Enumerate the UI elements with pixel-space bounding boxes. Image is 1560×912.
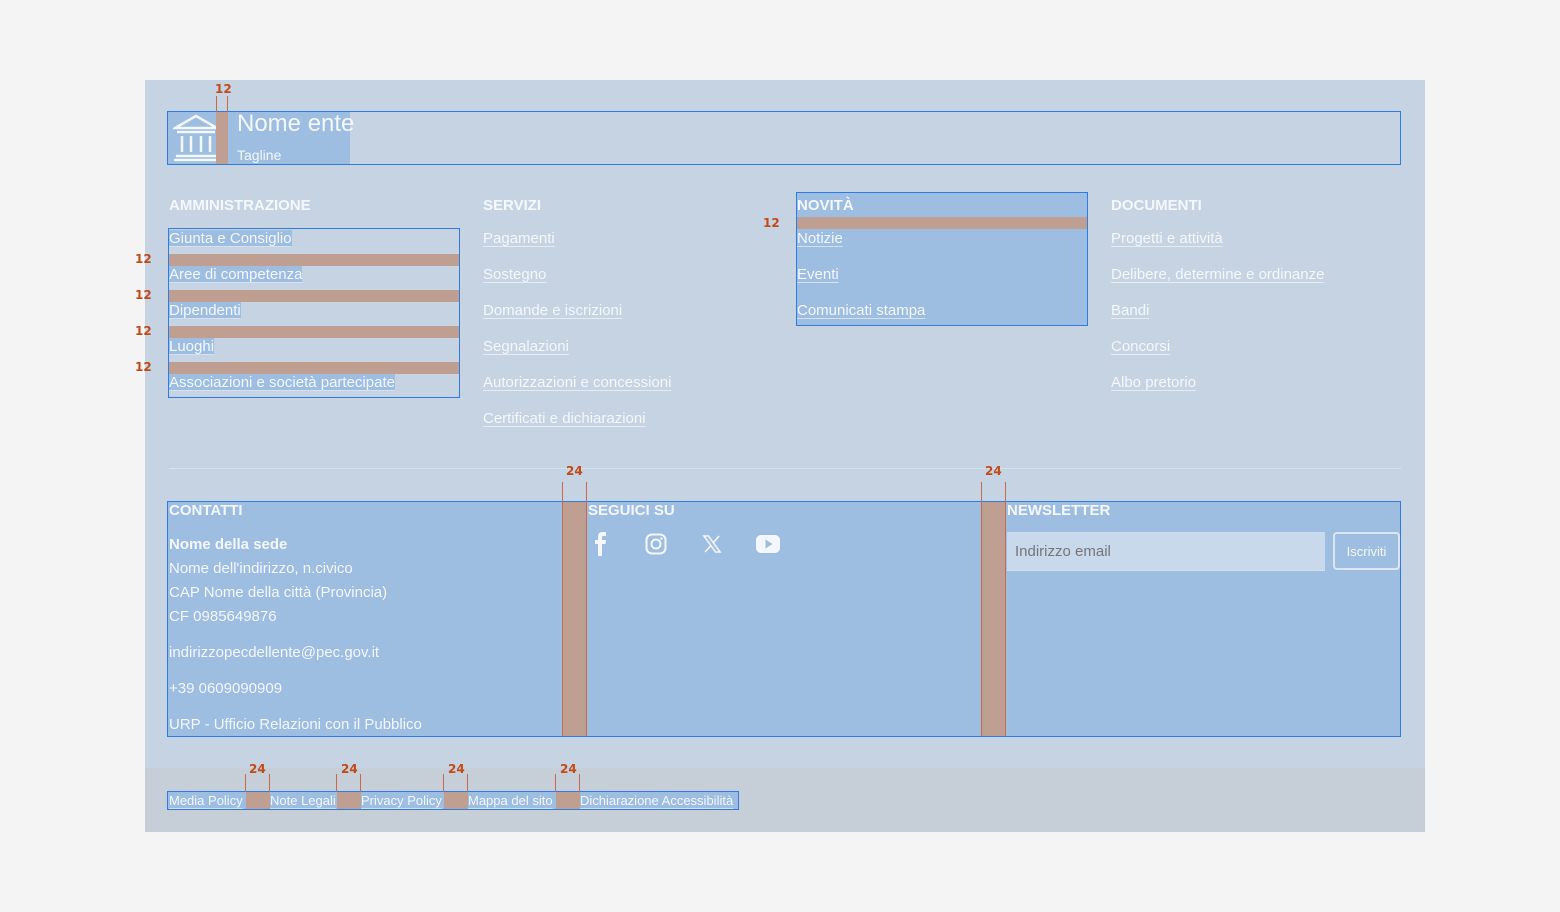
link-segnalazioni[interactable]: Segnalazioni: [483, 338, 569, 355]
link-pagamenti[interactable]: Pagamenti: [483, 230, 555, 247]
legal-link-dichiarazione-accessibilita[interactable]: Dichiarazione Accessibilità: [580, 793, 733, 808]
spacing-gap-column: [563, 502, 587, 736]
spacing-label-legal: 24: [249, 762, 266, 776]
spacing-line: [586, 482, 587, 736]
link-eventi[interactable]: Eventi: [797, 266, 839, 283]
spacing-line: [562, 482, 563, 736]
link-delibere[interactable]: Delibere, determine e ordinanze: [1111, 266, 1324, 283]
spacing-gap-logo: [216, 112, 228, 164]
contatti-pec-link[interactable]: indirizzopecdellente@pec.gov.it: [169, 644, 379, 661]
link-giunta-e-consiglio[interactable]: Giunta e Consiglio: [169, 230, 292, 247]
spacing-label-list: 12: [135, 324, 152, 338]
spacing-label-list: 12: [135, 360, 152, 374]
spacing-label-legal: 24: [341, 762, 358, 776]
link-comunicati-stampa[interactable]: Comunicati stampa: [797, 302, 925, 319]
column-title-novita: NOVITÀ: [797, 197, 854, 214]
link-sostegno[interactable]: Sostegno: [483, 266, 546, 283]
social-title: SEGUICI SU: [588, 502, 675, 519]
contatti-citta: CAP Nome della città (Provincia): [169, 584, 388, 601]
spacing-line: [227, 96, 228, 112]
legal-link-media-policy[interactable]: Media Policy: [169, 793, 243, 808]
spacing-line: [245, 774, 246, 792]
link-certificati[interactable]: Certificati e dichiarazioni: [483, 410, 646, 427]
newsletter-subscribe-button[interactable]: Iscriviti: [1333, 532, 1400, 570]
government-building-icon: [173, 114, 219, 162]
newsletter-title: NEWSLETTER: [1007, 502, 1111, 519]
footer-frame: 12 Nome ente Tagline AMMINISTRAZIONE Giu…: [135, 80, 1425, 832]
legal-bar: 24 24 24 24 Media Policy Note Legali Pri…: [145, 763, 1425, 832]
column-title-amministrazione: AMMINISTRAZIONE: [169, 197, 311, 214]
link-concorsi[interactable]: Concorsi: [1111, 338, 1170, 355]
spacing-gap-list: [169, 362, 459, 374]
link-bandi[interactable]: Bandi: [1111, 302, 1149, 319]
spacing-line: [981, 482, 982, 736]
spacing-line: [1005, 482, 1006, 736]
spacing-gap-column: [982, 502, 1006, 736]
link-autorizzazioni[interactable]: Autorizzazioni e concessioni: [483, 374, 671, 391]
facebook-icon[interactable]: [590, 532, 612, 556]
spacing-line: [269, 774, 270, 792]
spacing-gap-legal: [337, 792, 361, 809]
column-title-servizi: SERVIZI: [483, 197, 542, 214]
spacing-label-legal: 24: [560, 762, 577, 776]
spacing-label-logo: 12: [215, 82, 232, 96]
brand-tagline: Tagline: [237, 147, 282, 163]
column-title-documenti: DOCUMENTI: [1111, 197, 1202, 214]
link-associazioni[interactable]: Associazioni e società partecipate: [169, 374, 395, 391]
link-domande-e-iscrizioni[interactable]: Domande e iscrizioni: [483, 302, 622, 319]
spacing-line: [360, 774, 361, 792]
spacing-label-column: 24: [985, 464, 1002, 478]
spacing-label-list: 12: [135, 252, 152, 266]
contatti-indirizzo: Nome dell'indirizzo, n.civico: [169, 560, 353, 577]
spacing-line: [555, 774, 556, 792]
spacing-label-legal: 24: [448, 762, 465, 776]
contatti-telefono-link[interactable]: +39 0609090909: [169, 680, 282, 697]
spacing-gap-list: [169, 290, 459, 302]
spacing-gap-legal: [444, 792, 468, 809]
link-progetti[interactable]: Progetti e attività: [1111, 230, 1223, 247]
spacing-label-list: 12: [135, 288, 152, 302]
link-notizie[interactable]: Notizie: [797, 230, 843, 247]
legal-link-note-legali[interactable]: Note Legali: [270, 793, 336, 808]
spacing-line: [443, 774, 444, 792]
legal-link-mappa-del-sito[interactable]: Mappa del sito: [468, 793, 553, 808]
spacing-line: [467, 774, 468, 792]
link-aree-di-competenza[interactable]: Aree di competenza: [169, 266, 303, 283]
legal-link-privacy-policy[interactable]: Privacy Policy: [361, 793, 442, 808]
spacing-line: [579, 774, 580, 792]
instagram-icon[interactable]: [645, 533, 667, 555]
spacing-line: [216, 96, 217, 112]
x-twitter-icon[interactable]: [702, 534, 722, 554]
spacing-line: [336, 774, 337, 792]
link-albo-pretorio[interactable]: Albo pretorio: [1111, 374, 1196, 391]
spacing-gap-legal: [556, 792, 580, 809]
footer-divider: [169, 468, 1401, 469]
spacing-label-column: 24: [566, 464, 583, 478]
brand-name[interactable]: Nome ente: [237, 110, 354, 138]
spacing-gap-list: [169, 326, 459, 338]
spacing-gap-legal: [246, 792, 270, 809]
spacing-label-novita: 12: [763, 216, 780, 230]
contatti-sede: Nome della sede: [169, 536, 288, 553]
link-luoghi[interactable]: Luoghi: [169, 338, 215, 355]
link-dipendenti[interactable]: Dipendenti: [169, 302, 241, 319]
newsletter-email-input[interactable]: [1007, 532, 1325, 571]
spacing-gap-novita: [797, 217, 1087, 229]
youtube-icon[interactable]: [756, 535, 780, 553]
contatti-urp-link[interactable]: URP - Ufficio Relazioni con il Pubblico: [169, 716, 422, 733]
spacing-gap-list: [169, 254, 459, 266]
contatti-cf: CF 0985649876: [169, 608, 277, 625]
contatti-title: CONTATTI: [169, 502, 243, 519]
